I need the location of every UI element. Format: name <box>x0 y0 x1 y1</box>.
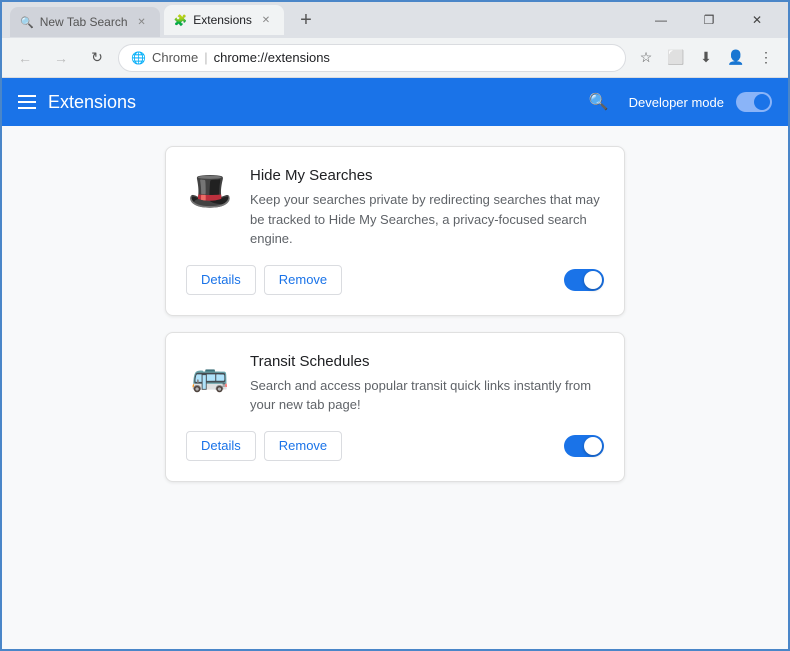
title-bar: 🔍 New Tab Search ✕ 🧩 Extensions ✕ + — ❐ … <box>2 2 788 38</box>
extension-card-2: 🚌 Transit Schedules Search and access po… <box>165 332 625 482</box>
hamburger-line-3 <box>18 107 36 109</box>
extension-name-1: Hide My Searches <box>250 167 604 184</box>
extension-toggle-2[interactable] <box>564 435 604 457</box>
close-button[interactable]: ✕ <box>734 5 780 35</box>
menu-button[interactable]: ⋮ <box>752 44 780 72</box>
active-tab[interactable]: 🧩 Extensions ✕ <box>164 5 284 35</box>
toggle-container-1 <box>564 269 604 291</box>
toggle-knob <box>754 94 770 110</box>
inactive-tab-icon: 🔍 <box>20 16 34 29</box>
extension-name-2: Transit Schedules <box>250 353 604 370</box>
back-button[interactable]: ← <box>10 43 40 73</box>
card-actions-2: Details Remove <box>186 431 604 461</box>
extension-card-1: 🎩 Hide My Searches Keep your searches pr… <box>165 146 625 316</box>
extension-info-2: Transit Schedules Search and access popu… <box>250 353 604 415</box>
profile-icon[interactable]: 👤 <box>722 44 750 72</box>
download-icon[interactable]: ⬇ <box>692 44 720 72</box>
active-tab-icon: 🧩 <box>174 14 188 27</box>
remove-button-2[interactable]: Remove <box>264 431 342 461</box>
inactive-tab-close[interactable]: ✕ <box>134 14 150 30</box>
extensions-content: fish.com 🎩 Hide My Searches Keep your se… <box>2 126 788 649</box>
card-top-2: 🚌 Transit Schedules Search and access po… <box>186 353 604 415</box>
extensions-header: Extensions 🔍 Developer mode <box>2 78 788 126</box>
remove-button-1[interactable]: Remove <box>264 265 342 295</box>
extension-icon-2: 🚌 <box>186 353 234 401</box>
url-text: chrome://extensions <box>214 50 330 65</box>
hamburger-menu[interactable] <box>18 95 36 109</box>
active-tab-label: Extensions <box>193 13 252 27</box>
inactive-tab[interactable]: 🔍 New Tab Search ✕ <box>10 7 160 37</box>
nav-bar: ← → ↻ 🌐 Chrome | chrome://extensions ☆ ⬜… <box>2 38 788 78</box>
browser-window: 🔍 New Tab Search ✕ 🧩 Extensions ✕ + — ❐ … <box>0 0 790 651</box>
extension-toggle-knob-1 <box>584 271 602 289</box>
site-icon: 🌐 <box>131 51 146 65</box>
forward-button[interactable]: → <box>46 43 76 73</box>
inactive-tab-label: New Tab Search <box>40 15 128 29</box>
hamburger-line-2 <box>18 101 36 103</box>
extension-icon-1: 🎩 <box>186 167 234 215</box>
developer-mode-label: Developer mode <box>629 95 724 110</box>
chrome-label: Chrome <box>152 50 198 65</box>
extension-desc-2: Search and access popular transit quick … <box>250 376 604 415</box>
developer-mode-toggle[interactable] <box>736 92 772 112</box>
search-icon[interactable]: 🔍 <box>589 92 609 112</box>
window-controls: — ❐ ✕ <box>638 5 780 35</box>
address-separator: | <box>204 50 207 65</box>
minimize-button[interactable]: — <box>638 5 684 35</box>
card-top-1: 🎩 Hide My Searches Keep your searches pr… <box>186 167 604 249</box>
active-tab-close[interactable]: ✕ <box>258 12 274 28</box>
maximize-button[interactable]: ❐ <box>686 5 732 35</box>
extension-desc-1: Keep your searches private by redirectin… <box>250 190 604 249</box>
toggle-container-2 <box>564 435 604 457</box>
card-actions-1: Details Remove <box>186 265 604 295</box>
details-button-2[interactable]: Details <box>186 431 256 461</box>
bookmark-button[interactable]: ☆ <box>632 44 660 72</box>
nav-actions: ☆ ⬜ ⬇ 👤 ⋮ <box>632 44 780 72</box>
hamburger-line-1 <box>18 95 36 97</box>
details-button-1[interactable]: Details <box>186 265 256 295</box>
extension-icon[interactable]: ⬜ <box>662 44 690 72</box>
new-tab-button[interactable]: + <box>292 6 320 34</box>
address-bar[interactable]: 🌐 Chrome | chrome://extensions <box>118 44 626 72</box>
extension-info-1: Hide My Searches Keep your searches priv… <box>250 167 604 249</box>
extension-toggle-1[interactable] <box>564 269 604 291</box>
extension-toggle-knob-2 <box>584 437 602 455</box>
extensions-title: Extensions <box>48 92 136 113</box>
refresh-button[interactable]: ↻ <box>82 43 112 73</box>
